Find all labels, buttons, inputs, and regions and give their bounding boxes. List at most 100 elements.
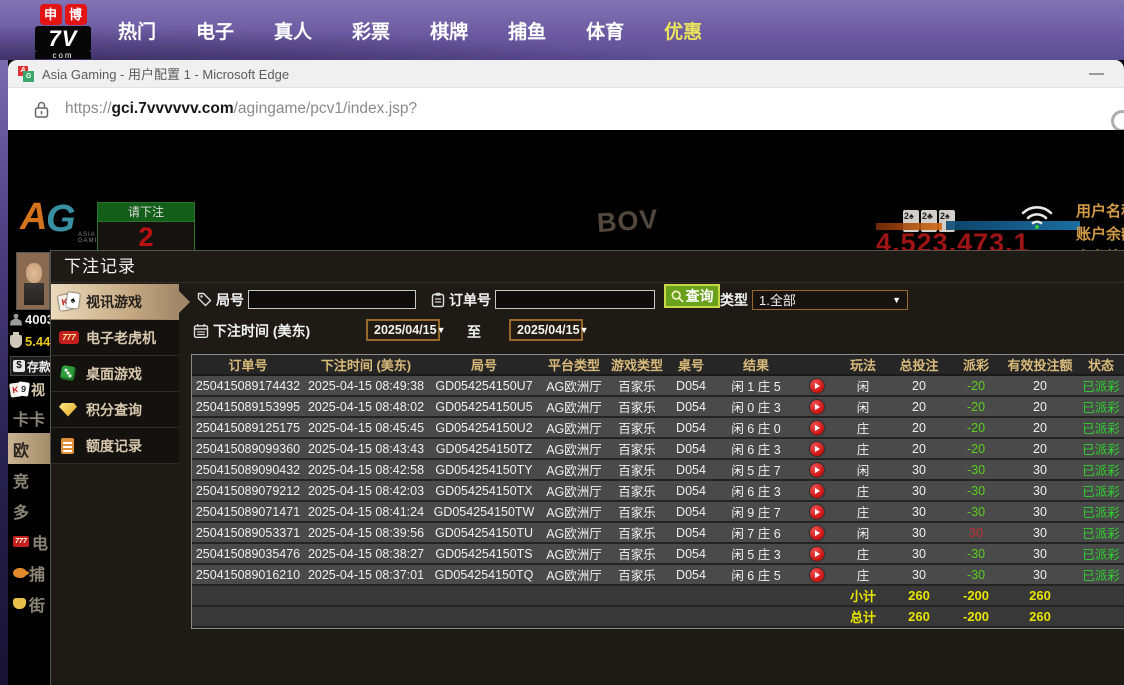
- cell-status: 已派彩: [1078, 501, 1124, 522]
- search-button[interactable]: 查询: [664, 284, 720, 308]
- cell-table: D054: [666, 522, 716, 543]
- document-icon: [61, 438, 74, 454]
- column-header: 局号: [428, 355, 540, 375]
- modal-content: 局号 订单号 平台类型 1.全部 ▼ 下注时间 (美东): [191, 284, 1124, 684]
- play-replay-icon[interactable]: [810, 526, 824, 540]
- chevron-down-icon: ▼: [580, 325, 589, 335]
- total-label: 总计: [838, 606, 888, 627]
- screen: 申 博 7V com 热门 电子 真人 彩票 棋牌 捕鱼 体育 优惠 AG Asia Gami…: [0, 0, 1124, 685]
- nav-item[interactable]: 棋牌: [430, 17, 468, 44]
- nav-item[interactable]: 热门: [118, 17, 156, 44]
- cell-side: 庄: [838, 417, 888, 438]
- cell-valid: 30: [1002, 522, 1078, 543]
- cell-status: 已派彩: [1078, 438, 1124, 459]
- cell-result: 闲 6 庄 5: [716, 564, 796, 585]
- play-replay-icon[interactable]: [810, 547, 824, 561]
- replay-cell: [796, 501, 838, 522]
- cell-game: 百家乐: [608, 543, 666, 564]
- asia-gaming-logo: AG ASIA GAMING: [20, 196, 100, 246]
- url-bar-right-icon[interactable]: [1111, 110, 1124, 132]
- window-title-bar: AG Asia Gaming - 用户配置 1 - Microsoft Edge…: [8, 60, 1124, 88]
- logo-sub-text: com: [35, 52, 91, 59]
- cell-payout: -30: [950, 564, 1002, 585]
- column-header: 有效投注额: [1002, 355, 1078, 375]
- play-replay-icon[interactable]: [810, 442, 824, 456]
- nav-item[interactable]: 体育: [586, 17, 624, 44]
- play-replay-icon[interactable]: [810, 484, 824, 498]
- cell-status: 已派彩: [1078, 396, 1124, 417]
- cell-result: 闲 5 庄 7: [716, 459, 796, 480]
- bet-records-modal: 下注记录 视讯游戏 777 电子老虎机 桌面游戏 积分查询 额度记录: [50, 250, 1124, 685]
- modal-title: 下注记录: [51, 251, 1124, 283]
- nav-item[interactable]: 电子: [196, 17, 234, 44]
- url-bar[interactable]: https://gci.7vvvvvv.com/agingame/pcv1/in…: [8, 88, 1124, 130]
- cell-order: 250415089090432: [192, 459, 304, 480]
- to-label: 至: [467, 322, 481, 342]
- play-replay-icon[interactable]: [810, 400, 824, 414]
- cell-platform: AG欧洲厅: [540, 501, 608, 522]
- cell-valid: 30: [1002, 480, 1078, 501]
- table-row: 2504150891539952025-04-15 08:48:02GD0542…: [192, 396, 1124, 417]
- user-avatar[interactable]: [16, 252, 50, 310]
- cell-payout: -30: [950, 480, 1002, 501]
- cell-game: 百家乐: [608, 459, 666, 480]
- cell-status: 已派彩: [1078, 480, 1124, 501]
- sidebar-item-quota-records[interactable]: 额度记录: [51, 428, 179, 464]
- cell-game: 百家乐: [608, 375, 666, 396]
- play-replay-icon[interactable]: [810, 379, 824, 393]
- cell-order: 250415089035476: [192, 543, 304, 564]
- video-games-tab[interactable]: 视: [10, 380, 45, 400]
- play-replay-icon[interactable]: [810, 463, 824, 477]
- date-to-value: 2025/04/15: [517, 323, 580, 337]
- round-input[interactable]: [248, 290, 416, 309]
- bet-table-body: 2504150891744322025-04-15 08:49:38GD0542…: [192, 375, 1124, 585]
- order-label: 订单号: [449, 290, 491, 310]
- subtotal-payout: -200: [950, 585, 1002, 606]
- play-replay-icon[interactable]: [810, 505, 824, 519]
- nav-item[interactable]: 真人: [274, 17, 312, 44]
- total-payout: -200: [950, 606, 1002, 627]
- column-header: [796, 355, 838, 375]
- balance-label: 账户余额: [1076, 223, 1124, 246]
- dice-icon: [60, 364, 76, 380]
- table-row: 2504150891744322025-04-15 08:49:38GD0542…: [192, 375, 1124, 396]
- sidebar-item-slots[interactable]: 777 电子老虎机: [51, 320, 179, 356]
- date-to-select[interactable]: 2025/04/15 ▼: [509, 319, 583, 341]
- logo-text: 7V: [35, 26, 91, 52]
- table-row: 2504150890533712025-04-15 08:39:56GD0542…: [192, 522, 1124, 543]
- minimize-button[interactable]: —: [1089, 65, 1104, 82]
- sidebar-item-points[interactable]: 积分查询: [51, 392, 179, 428]
- window-title: Asia Gaming - 用户配置 1 - Microsoft Edge: [42, 64, 289, 83]
- cell-result: 闲 5 庄 3: [716, 543, 796, 564]
- subtotal-label: 小计: [838, 585, 888, 606]
- cell-round: GD054254150TU: [428, 522, 540, 543]
- cell-platform: AG欧洲厅: [540, 438, 608, 459]
- sidebar-item-table-games[interactable]: 桌面游戏: [51, 356, 179, 392]
- nav-item[interactable]: 优惠: [664, 17, 702, 44]
- platform-select[interactable]: 1.全部 ▼: [752, 290, 908, 310]
- cell-round: GD054254150TX: [428, 480, 540, 501]
- nav-item[interactable]: 彩票: [352, 17, 390, 44]
- cell-time: 2025-04-15 08:43:43: [304, 438, 428, 459]
- cell-payout: -20: [950, 396, 1002, 417]
- play-replay-icon[interactable]: [810, 421, 824, 435]
- play-replay-icon[interactable]: [810, 568, 824, 582]
- date-from-select[interactable]: 2025/04/15 ▼: [366, 319, 440, 341]
- cell-bet: 30: [888, 522, 950, 543]
- cell-status: 已派彩: [1078, 417, 1124, 438]
- cell-payout: -20: [950, 417, 1002, 438]
- site-logo[interactable]: 申 博 7V com: [35, 4, 91, 59]
- order-input[interactable]: [495, 290, 655, 309]
- bet-records-table: 订单号下注时间 (美东)局号平台类型游戏类型桌号结果玩法总投注派彩有效投注额状态…: [191, 354, 1124, 629]
- cell-side: 闲: [838, 396, 888, 417]
- sidebar-item-video-games[interactable]: 视讯游戏: [51, 284, 179, 320]
- column-header: 派彩: [950, 355, 1002, 375]
- cell-time: 2025-04-15 08:41:24: [304, 501, 428, 522]
- person-icon: [10, 314, 22, 326]
- cell-side: 闲: [838, 375, 888, 396]
- user-number-row: 4003: [10, 312, 54, 327]
- url-text: https://gci.7vvvvvv.com/agingame/pcv1/in…: [65, 100, 417, 118]
- cell-side: 闲: [838, 459, 888, 480]
- nav-menu: 热门 电子 真人 彩票 棋牌 捕鱼 体育 优惠: [118, 0, 702, 60]
- nav-item[interactable]: 捕鱼: [508, 17, 546, 44]
